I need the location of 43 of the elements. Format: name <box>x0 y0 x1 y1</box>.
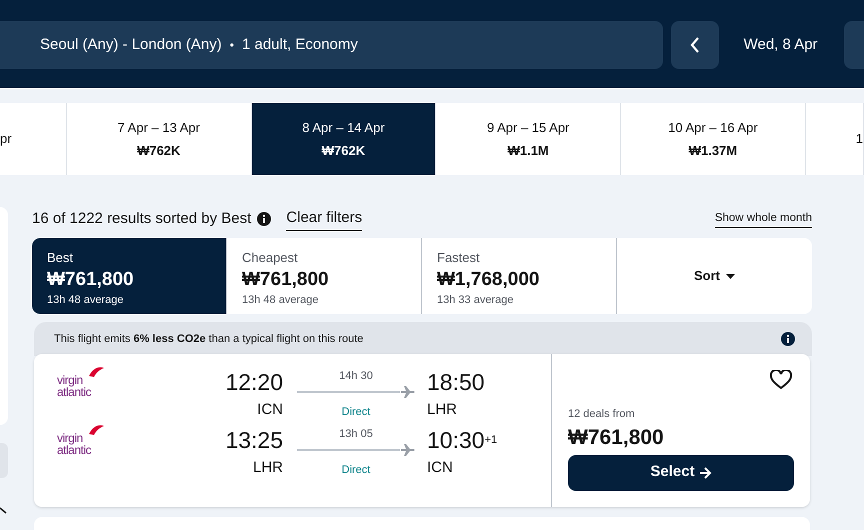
duration-text: 13h 05 <box>339 427 373 441</box>
plane-icon <box>401 386 415 398</box>
sort-tab[interactable]: Best ₩761,800 13h 48 average <box>32 238 227 314</box>
date-text[interactable]: Wed, 8 Apr <box>744 34 844 56</box>
airline-logo: virgin atlantic <box>57 366 105 400</box>
arrow-right-icon <box>698 466 712 478</box>
sort-button[interactable]: Sort <box>617 238 812 314</box>
select-button[interactable]: Select <box>568 454 794 490</box>
heart-icon[interactable] <box>770 370 792 390</box>
arrival-time: 18:50 <box>427 368 485 396</box>
stops-text: Direct <box>342 463 370 478</box>
departure-airport: LHR <box>252 458 283 478</box>
search-summary-field[interactable]: Seoul (Any) - London (Any) • 1 adult, Economy <box>0 21 663 69</box>
airline-logo: virgin atlantic <box>57 424 105 458</box>
price-text: ₩761,800 <box>568 424 665 450</box>
caret-down-icon <box>726 274 735 278</box>
stops-text: Direct <box>342 405 370 420</box>
date-tab[interactable]: 10 Apr – 16 Apr ₩1.37M <box>621 103 806 175</box>
emissions-note: This flight emits 6% less CO2e than a typical flight on this route <box>54 332 364 347</box>
clear-filters-link[interactable]: Clear filters <box>286 207 362 231</box>
deals-text: 12 deals from <box>568 407 636 422</box>
travellers-text: 1 adult, Economy <box>242 34 358 55</box>
duration-text: 14h 30 <box>339 369 373 383</box>
chevron-left-icon <box>688 36 701 54</box>
previous-date-button[interactable] <box>670 21 719 69</box>
flight-card[interactable]: virgin atlantic 12:20 ICN 14h 30 Direct 18:50 LHR virgin atlantic 13:25 LHR 13h 05 Direct 10:30$^{+1}$ ICN 12 deals from ₩761,800 Select <box>34 354 810 507</box>
route-text: Seoul (Any) - London (Any) <box>40 34 222 55</box>
departure-airport: ICN <box>257 400 283 420</box>
arrival-airport: ICN <box>427 458 453 478</box>
date-tab[interactable]: 8 Apr – 14 Apr ₩762K <box>252 103 436 175</box>
departure-time: 12:20 <box>225 368 283 396</box>
date-tab[interactable]: pr <box>0 103 67 175</box>
arrival-airport: LHR <box>427 400 458 420</box>
date-tab[interactable]: 1 <box>806 103 864 175</box>
show-whole-month-link[interactable]: Show whole month <box>714 210 812 228</box>
departure-time: 13:25 <box>225 426 283 454</box>
date-tab[interactable]: 9 Apr – 15 Apr ₩1.1M <box>436 103 622 175</box>
bullet-separator: • <box>230 37 234 54</box>
arrival-time: 10:30$^{+1}$ <box>427 426 498 454</box>
info-icon[interactable] <box>781 332 795 346</box>
info-icon[interactable] <box>257 212 272 226</box>
plane-icon <box>401 444 415 456</box>
results-summary-text: 16 of 1222 results sorted by Best <box>32 208 252 229</box>
